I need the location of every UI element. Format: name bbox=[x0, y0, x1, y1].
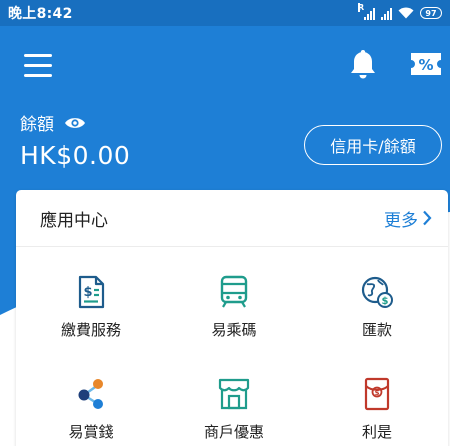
more-label: 更多 bbox=[384, 210, 418, 231]
app-item-remittance[interactable]: $ 匯款 bbox=[312, 275, 442, 340]
battery-level: 97 bbox=[425, 8, 437, 18]
app-item-label: 匯款 bbox=[361, 321, 392, 339]
status-icons: R 97 bbox=[358, 2, 442, 20]
remittance-icon: $ bbox=[361, 276, 393, 308]
app-item-transit-code[interactable]: 易乘碼 bbox=[169, 275, 299, 340]
app-center-title: 應用中心 bbox=[40, 210, 108, 231]
bell-icon[interactable] bbox=[348, 48, 378, 80]
merchant-offers-icon bbox=[218, 378, 250, 410]
svg-text:$: $ bbox=[382, 296, 389, 307]
card-balance-button[interactable]: 信用卡/餘額 bbox=[304, 125, 442, 165]
bill-payment-icon: $ bbox=[78, 275, 105, 309]
battery-icon: 97 bbox=[420, 7, 442, 19]
app-item-label: 繳費服務 bbox=[60, 321, 121, 339]
eye-icon[interactable] bbox=[64, 116, 86, 130]
app-center-header: 應用中心 更多 bbox=[16, 190, 448, 247]
transit-code-icon bbox=[220, 275, 248, 308]
status-time: 晚上8:42 bbox=[8, 6, 73, 22]
app-item-rewards[interactable]: 易賞錢 bbox=[26, 377, 156, 442]
menu-icon[interactable] bbox=[24, 54, 52, 77]
app-item-red-packet[interactable]: $ 利是 bbox=[312, 377, 442, 442]
svg-text:$: $ bbox=[375, 389, 380, 397]
svg-text:%: % bbox=[418, 56, 433, 74]
balance-label-row: 餘額 bbox=[20, 110, 86, 135]
app-item-label: 利是 bbox=[361, 423, 392, 441]
app-center-card: 應用中心 更多 $ 繳費服務 易乘碼 $ 匯款 易賞錢 商戶優惠 $ 利是 bbox=[16, 190, 448, 446]
svg-text:$: $ bbox=[83, 285, 92, 300]
signal-icon-2 bbox=[381, 7, 392, 20]
app-item-label: 商戶優惠 bbox=[203, 423, 264, 441]
more-button[interactable]: 更多 bbox=[384, 206, 432, 231]
wifi-icon bbox=[398, 7, 414, 19]
roaming-indicator: R bbox=[358, 2, 365, 12]
red-packet-icon: $ bbox=[364, 377, 390, 411]
app-item-label: 易賞錢 bbox=[68, 423, 114, 441]
coupon-icon[interactable]: % bbox=[411, 53, 441, 75]
signal-icon: R bbox=[358, 2, 375, 20]
balance-label: 餘額 bbox=[20, 115, 54, 135]
top-bar: % bbox=[0, 26, 450, 106]
status-bar: 晚上8:42 R 97 bbox=[0, 0, 450, 26]
rewards-icon bbox=[78, 379, 103, 409]
app-item-label: 易乘碼 bbox=[211, 321, 257, 339]
app-item-merchant-offers[interactable]: 商戶優惠 bbox=[169, 377, 299, 442]
app-item-bill-payment[interactable]: $ 繳費服務 bbox=[26, 275, 156, 340]
balance-amount: HK$0.00 bbox=[20, 141, 131, 170]
app-grid: $ 繳費服務 易乘碼 $ 匯款 易賞錢 商戶優惠 $ 利是 bbox=[16, 247, 448, 446]
chevron-right-icon bbox=[423, 210, 432, 226]
